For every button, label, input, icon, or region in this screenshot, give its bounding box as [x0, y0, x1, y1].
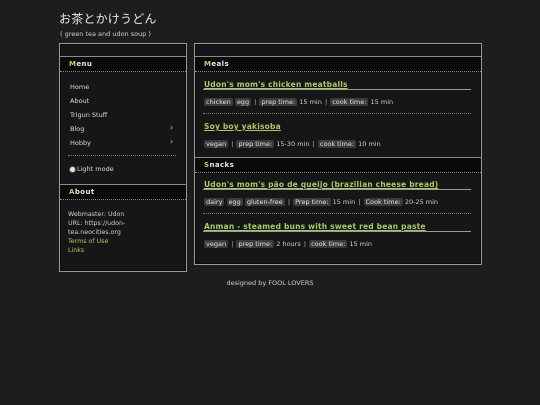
separator: |: [324, 98, 328, 106]
url-line-1: URL: https://udon-: [68, 220, 126, 227]
prep-label: Prep time:: [293, 198, 331, 206]
prep-label: prep time:: [236, 140, 275, 148]
main-panel: Meals Udon's mom's chicken meatballs chi…: [194, 43, 482, 265]
separator: |: [231, 240, 234, 248]
sun-icon: [70, 166, 75, 172]
tag: egg: [226, 198, 243, 206]
recipe-divider: [203, 213, 471, 214]
tag: vegan: [204, 240, 229, 248]
separator: |: [254, 98, 257, 106]
menu-item-hobby[interactable]: Hobby: [70, 139, 91, 147]
separator: |: [303, 240, 307, 248]
recipe-meta: vegan | prep time: 2 hours | cook time: …: [204, 240, 372, 248]
separator: |: [231, 140, 234, 148]
menu-panel: Menu Home About Trigun Stuff Blog › Hobb…: [59, 43, 187, 272]
recipe-link[interactable]: Anman - steamed buns with sweet red bean…: [204, 222, 426, 231]
terms-link[interactable]: Terms of Use: [68, 237, 125, 246]
site-subtitle: ( green tea and udon soup ): [60, 30, 151, 38]
cook-label: cook time:: [317, 140, 357, 148]
cook-value: 20-25 min: [404, 198, 439, 206]
prep-value: 15 min: [299, 98, 322, 106]
light-mode-toggle[interactable]: Light mode: [70, 165, 114, 173]
title-rule: [203, 231, 471, 232]
separator: |: [287, 198, 291, 206]
title-rule: [203, 89, 471, 90]
about-heading-rest: bout: [74, 188, 95, 196]
menu-item-blog[interactable]: Blog: [70, 125, 84, 133]
prep-value: 15 min: [332, 198, 356, 206]
meals-heading-rest: eals: [211, 60, 230, 68]
chevron-right-icon[interactable]: ›: [170, 123, 173, 132]
light-mode-label: Light mode: [77, 165, 114, 173]
about-heading: About: [60, 184, 186, 200]
about-content: Webmaster: Udon URL: https://udon- tea.n…: [68, 210, 125, 255]
site-title: お茶とかけうどん: [59, 12, 157, 26]
footer-credit: designed by FOOL LOVERS: [226, 279, 314, 287]
recipe-link[interactable]: Udon's mom's chicken meatballs: [204, 80, 348, 89]
url-line-2: tea.neocities.org: [68, 229, 121, 236]
menu-item-home[interactable]: Home: [70, 83, 89, 91]
tag: vegan: [204, 140, 229, 148]
menu-item-about[interactable]: About: [70, 97, 89, 105]
prep-label: prep time:: [259, 98, 298, 106]
tag: dairy: [204, 198, 225, 206]
recipe-meta: chicken egg | prep time: 15 min | cook t…: [204, 98, 393, 106]
menu-divider: [68, 155, 176, 156]
cook-value: 10 min: [358, 140, 381, 148]
prep-value: 2 hours: [276, 240, 301, 248]
prep-label: prep time:: [236, 240, 275, 248]
recipe-link[interactable]: Udon's mom's pão de queijo (brazilian ch…: [204, 180, 438, 189]
snacks-heading: Snacks: [195, 157, 481, 173]
menu-heading: Menu: [60, 56, 186, 72]
cook-label: cook time:: [330, 98, 369, 106]
menu-item-trigun[interactable]: Trigun Stuff: [70, 111, 107, 119]
cook-label: cook time:: [309, 240, 348, 248]
recipe-divider: [203, 113, 471, 114]
meals-heading: Meals: [195, 56, 481, 72]
links-link[interactable]: Links: [68, 246, 125, 255]
snacks-heading-rest: nacks: [209, 161, 235, 169]
recipe-meta: vegan | prep time: 15-30 min | cook time…: [204, 140, 381, 148]
cook-value: 15 min: [349, 240, 373, 248]
title-rule: [203, 189, 471, 190]
recipe-meta: dairy egg gluten-free | Prep time: 15 mi…: [204, 198, 438, 206]
recipe-link[interactable]: Soy boy yakisoba: [204, 122, 281, 131]
tag: gluten-free: [244, 198, 285, 206]
cook-label: Cook time:: [363, 198, 403, 206]
menu-heading-rest: enu: [76, 60, 93, 68]
separator: |: [358, 198, 361, 206]
separator: |: [312, 140, 315, 148]
tag: chicken: [204, 98, 233, 106]
prep-value: 15-30 min: [276, 140, 310, 148]
cook-value: 15 min: [370, 98, 394, 106]
tag: egg: [234, 98, 252, 106]
webmaster-text: Webmaster: Udon: [68, 211, 125, 218]
chevron-right-icon[interactable]: ›: [170, 137, 173, 146]
